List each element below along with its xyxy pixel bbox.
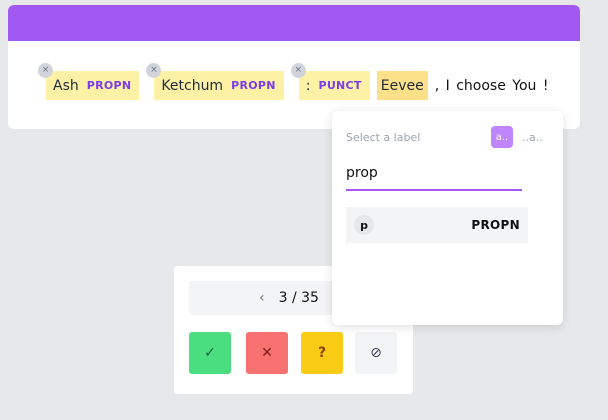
card-header [8, 5, 580, 41]
ban-icon: ⊘ [370, 345, 382, 361]
span-label: PROPN [86, 79, 132, 92]
page-counter: 3 / 35 [278, 290, 319, 306]
remove-span-icon[interactable]: × [290, 63, 306, 78]
span-label: PUNCT [318, 79, 362, 92]
entity-span-ketchum[interactable]: × Ketchum PROPN [146, 63, 284, 100]
remove-span-icon[interactable]: × [146, 63, 162, 78]
label-search [346, 161, 522, 191]
label-picker: Select a label a.. ..a.. p PROPN [332, 111, 563, 325]
span-text: Ketchum [161, 77, 224, 94]
span-label: PROPN [231, 79, 276, 92]
close-icon: ✕ [261, 345, 273, 361]
span-text: Ash [53, 77, 79, 94]
chevron-left-icon[interactable]: ‹ [259, 290, 265, 306]
remove-span-icon[interactable]: × [38, 63, 53, 78]
flag-button[interactable]: ? [301, 332, 343, 374]
span-text: : [305, 77, 311, 94]
label-search-input[interactable] [346, 165, 522, 181]
option-shortcut-key: p [354, 215, 374, 235]
label-option[interactable]: p PROPN [346, 207, 528, 243]
accept-button[interactable]: ✓ [189, 332, 231, 374]
unlabeled-text[interactable]: , I choose You ! [435, 78, 549, 94]
entity-span-ash[interactable]: × Ash PROPN [38, 63, 140, 100]
check-icon: ✓ [204, 345, 216, 361]
question-icon: ? [317, 345, 327, 361]
entity-span-colon[interactable]: × : PUNCT [290, 63, 370, 100]
option-label: PROPN [471, 218, 520, 232]
selected-token[interactable]: Eevee [376, 71, 428, 100]
sentence: × Ash PROPN × Ketchum PROPN × : PUNCT Ee… [38, 63, 549, 100]
label-swatch-more[interactable]: ..a.. [522, 131, 543, 144]
reject-button[interactable]: ✕ [246, 332, 288, 374]
label-swatch[interactable]: a.. [491, 126, 513, 148]
picker-title: Select a label [346, 131, 421, 144]
ignore-button[interactable]: ⊘ [355, 332, 397, 374]
